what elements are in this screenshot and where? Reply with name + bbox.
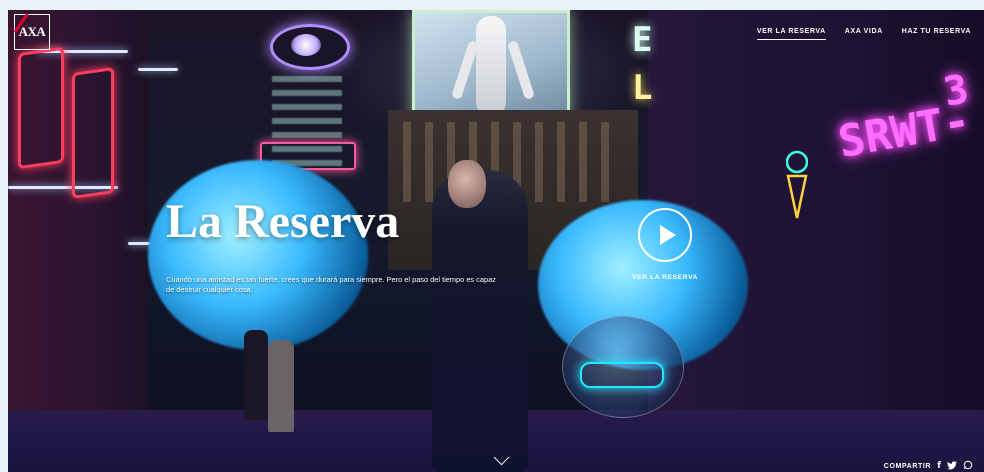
neon-letter: L bbox=[632, 68, 653, 108]
hero-description: Cuando una amistad es tan fuerte, crees … bbox=[166, 275, 496, 295]
neon-stripe bbox=[138, 68, 178, 71]
pedestrian bbox=[244, 330, 268, 420]
main-character-head bbox=[448, 160, 486, 208]
neon-sign-left bbox=[18, 46, 64, 170]
play-video-control: VER LA RESERVA bbox=[622, 208, 708, 281]
top-nav: VER LA RESERVA AXA VIDA HAZ TU RESERVA bbox=[756, 28, 971, 40]
play-label[interactable]: VER LA RESERVA bbox=[622, 274, 708, 281]
nav-ver-la-reserva[interactable]: VER LA RESERVA bbox=[756, 28, 826, 40]
robot-figure bbox=[476, 16, 506, 116]
twitter-icon[interactable] bbox=[947, 460, 957, 472]
share-bar: COMPARTIR f bbox=[884, 460, 973, 472]
pedestrian bbox=[268, 340, 294, 432]
nav-haz-tu-reserva[interactable]: HAZ TU RESERVA bbox=[902, 28, 971, 40]
neon-sign-left bbox=[72, 67, 114, 199]
icecream-neon-sign bbox=[786, 150, 808, 219]
play-icon bbox=[659, 225, 676, 245]
hero-title: La Reserva bbox=[166, 195, 400, 248]
facebook-icon[interactable]: f bbox=[937, 461, 941, 471]
eye-neon-pupil bbox=[291, 34, 321, 56]
axa-logo[interactable]: AXA bbox=[14, 14, 50, 50]
main-character bbox=[432, 170, 528, 472]
play-button[interactable] bbox=[638, 208, 692, 262]
nav-axa-vida[interactable]: AXA VIDA bbox=[845, 28, 883, 40]
logo-text: AXA bbox=[18, 24, 46, 39]
neon-car bbox=[580, 362, 664, 388]
blue-lit-tree bbox=[148, 160, 368, 350]
whatsapp-icon[interactable] bbox=[963, 460, 973, 472]
neon-letter: E bbox=[632, 20, 653, 60]
share-label: COMPARTIR bbox=[883, 462, 932, 470]
hero-background: SRWT- 3 E L bbox=[8, 10, 984, 472]
